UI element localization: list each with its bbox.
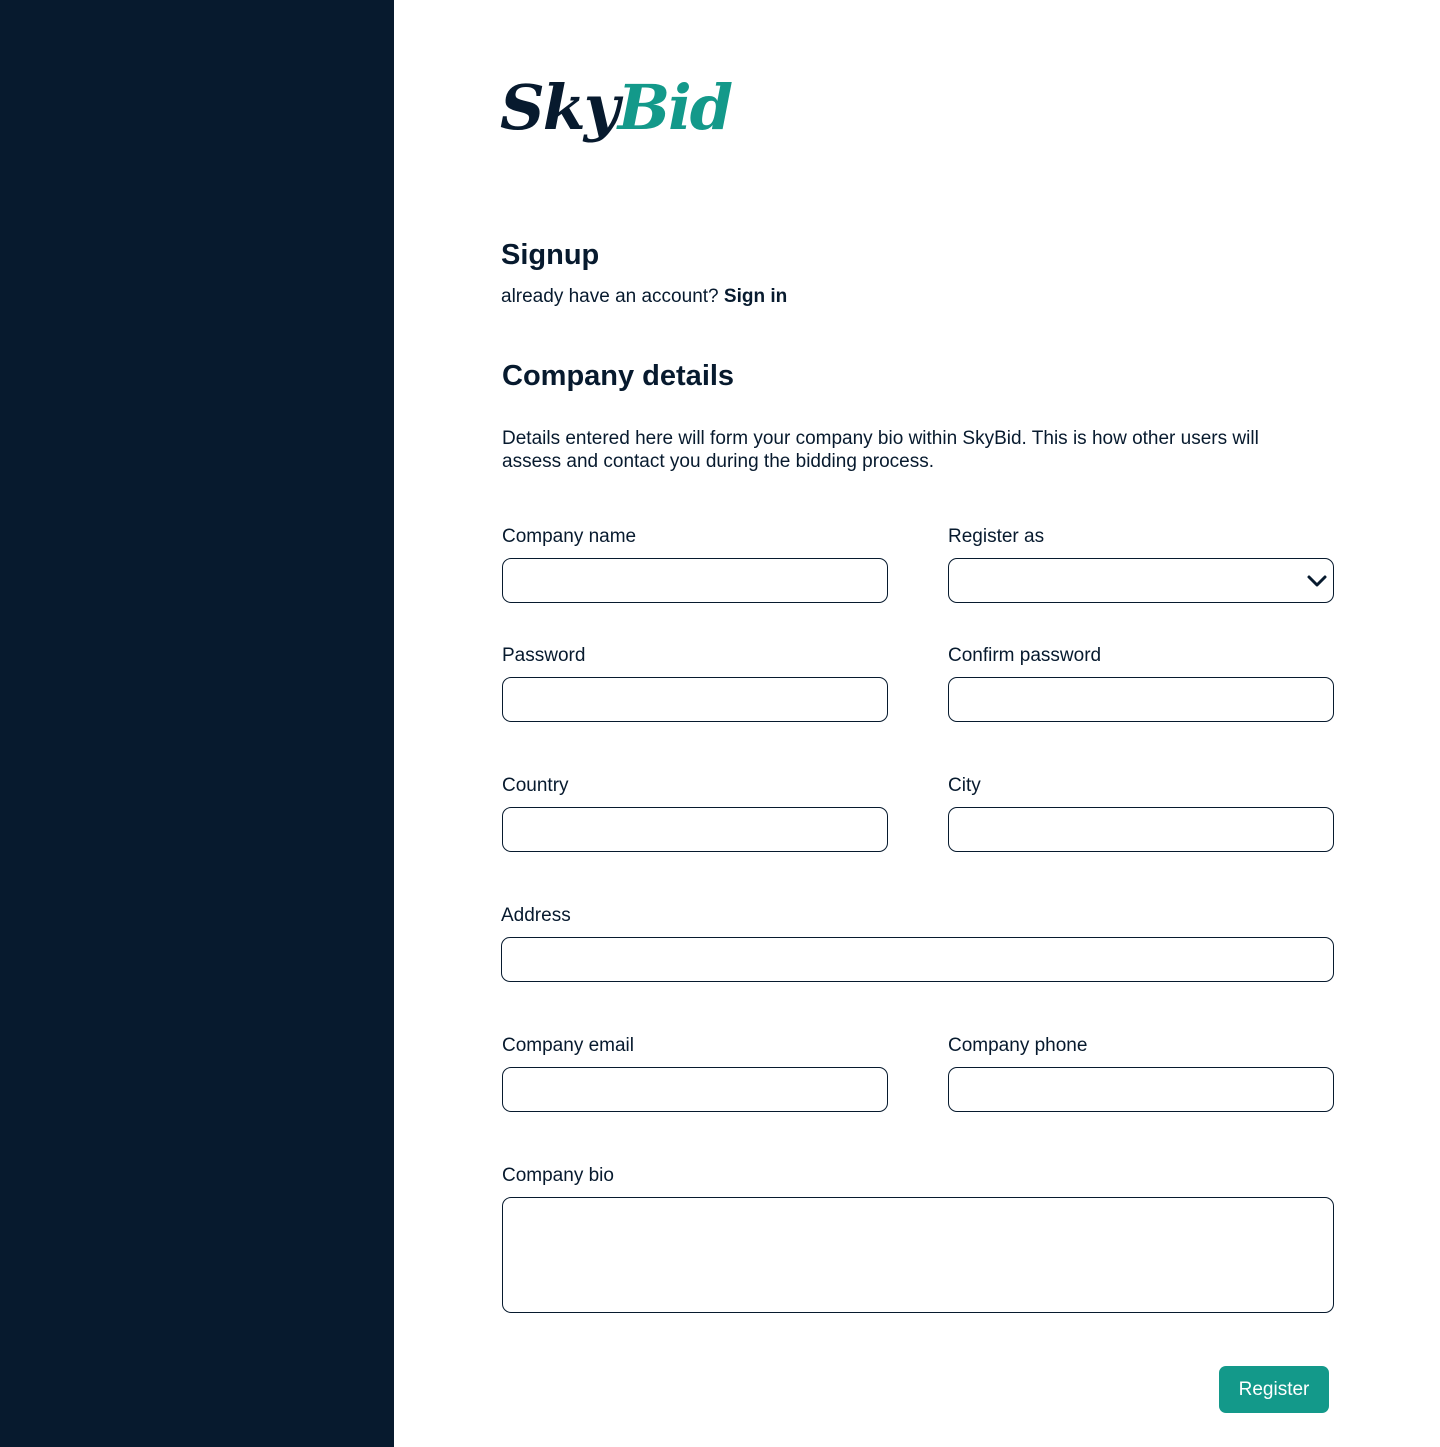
skybid-logo: SkyBid [500,71,733,144]
section-description: Details entered here will form your comp… [502,428,1259,472]
page-title: Signup [501,239,600,271]
company-email-input[interactable] [502,1067,888,1112]
company-phone-label: Company phone [948,1035,1088,1056]
confirm-password-label: Confirm password [948,645,1102,666]
sign-in-link[interactable]: Sign in [724,286,787,307]
signin-prompt-text: already have an account? [501,286,719,307]
signin-prompt-line: already have an account? Sign in [501,285,787,309]
company-name-input[interactable] [502,558,888,603]
address-label: Address [501,905,571,926]
logo-text-sky: Sky [500,71,620,144]
password-label: Password [502,645,586,666]
company-bio-textarea[interactable] [502,1197,1334,1313]
logo-text-bid: Bid [617,71,733,144]
city-input[interactable] [948,807,1334,852]
sidebar-panel [0,0,394,1447]
register-button[interactable]: Register [1219,1366,1329,1413]
company-name-label: Company name [502,526,637,547]
register-as-select-wrapper[interactable] [948,558,1334,603]
section-title: Company details [502,360,735,392]
address-input[interactable] [501,937,1334,982]
password-input[interactable] [502,677,888,722]
country-label: Country [502,775,569,796]
register-as-select[interactable] [948,558,1334,603]
company-bio-label: Company bio [502,1165,614,1186]
confirm-password-input[interactable] [948,677,1334,722]
city-label: City [948,775,981,796]
register-as-label: Register as [948,526,1045,547]
company-phone-input[interactable] [948,1067,1334,1112]
company-email-label: Company email [502,1035,634,1056]
country-input[interactable] [502,807,888,852]
